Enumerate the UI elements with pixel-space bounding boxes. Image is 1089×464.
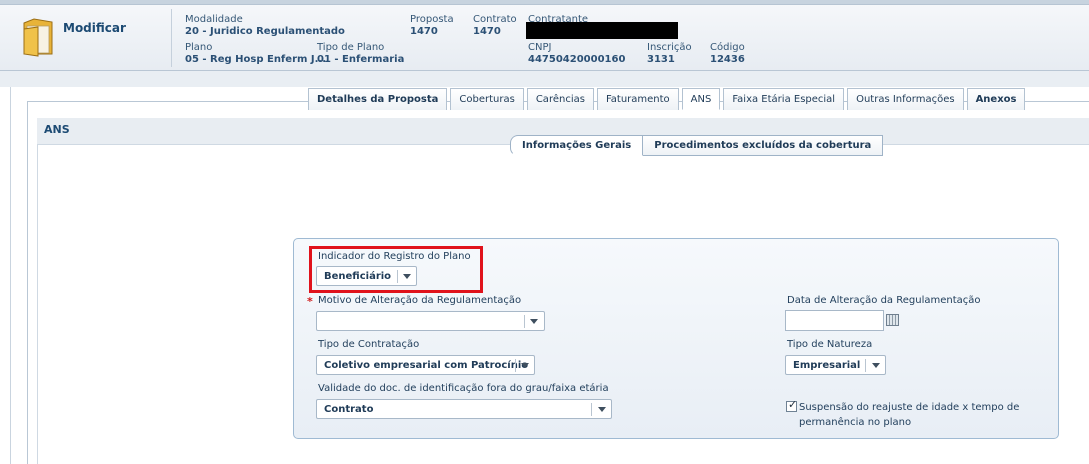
plano-value: 05 - Reg Hosp Enferm J... xyxy=(185,54,327,65)
folder-icon xyxy=(23,18,53,57)
suspensao-checkbox[interactable]: ✓ xyxy=(786,398,798,412)
cnpj-value: 44750420000160 xyxy=(528,54,626,65)
motivo-label: Motivo de Alteração da Regulamentação xyxy=(318,295,522,306)
proposta-label: Proposta xyxy=(410,14,454,25)
tipo-natureza-select[interactable]: Empresarial xyxy=(785,355,886,375)
tipo-plano-label: Tipo de Plano xyxy=(317,42,385,53)
subtab-procedimentos-excluidos[interactable]: Procedimentos excluídos da cobertura xyxy=(643,135,884,156)
validade-value: Contrato xyxy=(324,404,374,415)
tab-ans[interactable]: ANS xyxy=(681,88,721,110)
tipo-natureza-separator xyxy=(865,359,866,372)
chevron-down-icon[interactable] xyxy=(598,407,606,412)
inscricao-label: Inscrição xyxy=(647,42,692,53)
validade-label: Validade do doc. de identificação fora d… xyxy=(318,383,609,394)
page-title: Modificar xyxy=(63,21,126,35)
contratante-redacted xyxy=(526,22,678,39)
chevron-down-icon[interactable] xyxy=(521,363,529,368)
tab-faixa-etaria-especial[interactable]: Faixa Etária Especial xyxy=(723,88,845,110)
tipo-contratacao-select[interactable]: Coletivo empresarial com Patrocínio xyxy=(316,355,535,375)
section-title: ANS xyxy=(44,123,70,136)
data-alteracao-label: Data de Alteração da Regulamentação xyxy=(787,295,981,306)
plano-label: Plano xyxy=(185,42,213,53)
ans-subtabs: Informações Gerais Procedimentos excluíd… xyxy=(510,135,884,156)
tipo-natureza-label: Tipo de Natureza xyxy=(787,339,873,350)
validade-select[interactable]: Contrato xyxy=(316,399,612,419)
motivo-separator xyxy=(524,315,525,328)
modalidade-value: 20 - Juridico Regulamentado xyxy=(185,26,345,37)
modalidade-label: Modalidade xyxy=(185,14,243,25)
required-marker: * xyxy=(307,295,313,308)
tipo-contratacao-separator xyxy=(515,359,516,372)
highlight-box xyxy=(309,246,483,293)
suspensao-label: Suspensão do reajuste de idade x tempo d… xyxy=(799,402,1020,428)
tipo-natureza-value: Empresarial xyxy=(793,360,861,371)
checkmark-icon: ✓ xyxy=(788,398,798,411)
tab-anexos[interactable]: Anexos xyxy=(966,88,1026,110)
tab-outras-informacoes[interactable]: Outras Informações xyxy=(847,88,964,110)
chevron-down-icon[interactable] xyxy=(872,363,880,368)
codigo-value: 12436 xyxy=(710,54,745,65)
contrato-value: 1470 xyxy=(473,26,501,37)
validade-separator xyxy=(591,403,592,416)
motivo-select[interactable] xyxy=(316,311,545,331)
proposal-tabs: Detalhes da Proposta Coberturas Carência… xyxy=(308,88,1028,110)
tab-faturamento[interactable]: Faturamento xyxy=(596,88,679,110)
data-alteracao-input[interactable] xyxy=(785,310,884,331)
subtab-informacoes-gerais[interactable]: Informações Gerais xyxy=(510,135,644,156)
contrato-label: Contrato xyxy=(473,14,517,25)
header-title-area xyxy=(11,9,172,67)
cnpj-label: CNPJ xyxy=(528,42,552,53)
inscricao-value: 3131 xyxy=(647,54,675,65)
tipo-plano-value: 01 - Enfermaria xyxy=(317,54,405,65)
tab-coberturas[interactable]: Coberturas xyxy=(450,88,524,110)
codigo-label: Código xyxy=(710,42,745,53)
tipo-contratacao-label: Tipo de Contratação xyxy=(318,339,420,350)
header-strip xyxy=(0,71,1089,87)
chevron-down-icon[interactable] xyxy=(530,319,538,324)
tab-carencias[interactable]: Carências xyxy=(526,88,594,110)
calendar-icon[interactable] xyxy=(886,314,899,326)
proposta-value: 1470 xyxy=(410,26,438,37)
tipo-contratacao-value: Coletivo empresarial com Patrocínio xyxy=(324,360,529,371)
tab-detalhes-proposta[interactable]: Detalhes da Proposta xyxy=(308,88,448,110)
